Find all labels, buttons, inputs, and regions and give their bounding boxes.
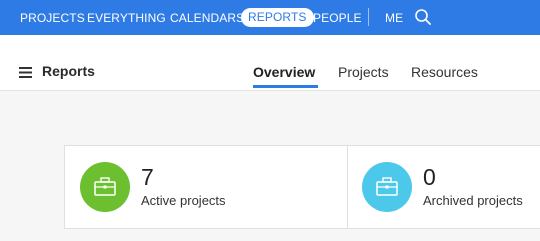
hamburger-menu-icon[interactable]: [19, 65, 32, 78]
archived-projects-label: Archived projects: [423, 193, 523, 208]
archived-projects-count: 0: [423, 164, 436, 190]
archived-projects-badge: [362, 162, 412, 212]
top-nav-bar: PROJECTS EVERYTHING CALENDARS REPORTS PE…: [0, 0, 540, 35]
active-projects-badge: [80, 162, 130, 212]
nav-everything[interactable]: EVERYTHING: [87, 9, 166, 27]
active-projects-card[interactable]: 7 Active projects: [65, 146, 347, 228]
archived-projects-card[interactable]: 0 Archived projects: [348, 146, 540, 228]
active-projects-count: 7: [141, 164, 154, 190]
active-tab-indicator: [253, 85, 318, 88]
active-projects-label: Active projects: [141, 193, 226, 208]
briefcase-icon: [94, 177, 116, 196]
page-title: Reports: [42, 63, 95, 79]
nav-calendars[interactable]: CALENDARS: [170, 9, 244, 27]
stats-panel: 7 Active projects 0 Archived projects: [64, 145, 540, 229]
nav-reports[interactable]: REPORTS: [241, 8, 314, 27]
tab-resources[interactable]: Resources: [411, 64, 478, 80]
briefcase-icon: [376, 177, 398, 196]
search-icon[interactable]: [414, 8, 432, 26]
nav-divider: [368, 8, 369, 26]
tab-overview[interactable]: Overview: [253, 64, 315, 80]
nav-people[interactable]: PEOPLE: [313, 9, 362, 27]
nav-me[interactable]: ME: [385, 9, 403, 27]
page-header: Reports Overview Projects Resources: [0, 35, 540, 91]
tab-projects[interactable]: Projects: [338, 64, 389, 80]
nav-projects[interactable]: PROJECTS: [20, 9, 85, 27]
